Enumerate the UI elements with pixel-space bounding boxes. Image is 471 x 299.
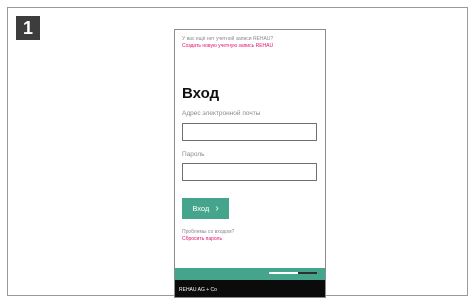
no-account-text: У вас ещё нет учетной записи REHAU?	[182, 36, 274, 42]
email-field[interactable]	[182, 123, 317, 141]
login-problems-text: Проблемы со входом?	[182, 229, 235, 235]
step-number-badge: 1	[16, 16, 40, 40]
reset-password-link[interactable]: Сбросить пароль	[182, 236, 222, 242]
footer-company-text: REHAU AG + Co	[179, 287, 217, 293]
chevron-right-icon: ›	[215, 202, 219, 214]
create-account-link[interactable]: Создать новую учетную запись REHAU	[182, 43, 273, 49]
login-button[interactable]: Вход ›	[182, 198, 229, 219]
password-field[interactable]	[182, 163, 317, 181]
email-label: Адрес электронной почты	[182, 110, 261, 117]
scroll-indicator-fill	[269, 272, 298, 274]
phone-screen: У вас ещё нет учетной записи REHAU? Созд…	[174, 29, 326, 298]
accent-band	[175, 268, 325, 280]
instruction-frame: 1 У вас ещё нет учетной записи REHAU? Со…	[7, 7, 468, 298]
footer: REHAU AG + Co	[175, 280, 325, 297]
login-button-label: Вход	[192, 204, 210, 213]
page-title: Вход	[182, 85, 220, 102]
password-label: Пароль	[182, 151, 205, 158]
scroll-indicator	[269, 272, 317, 274]
